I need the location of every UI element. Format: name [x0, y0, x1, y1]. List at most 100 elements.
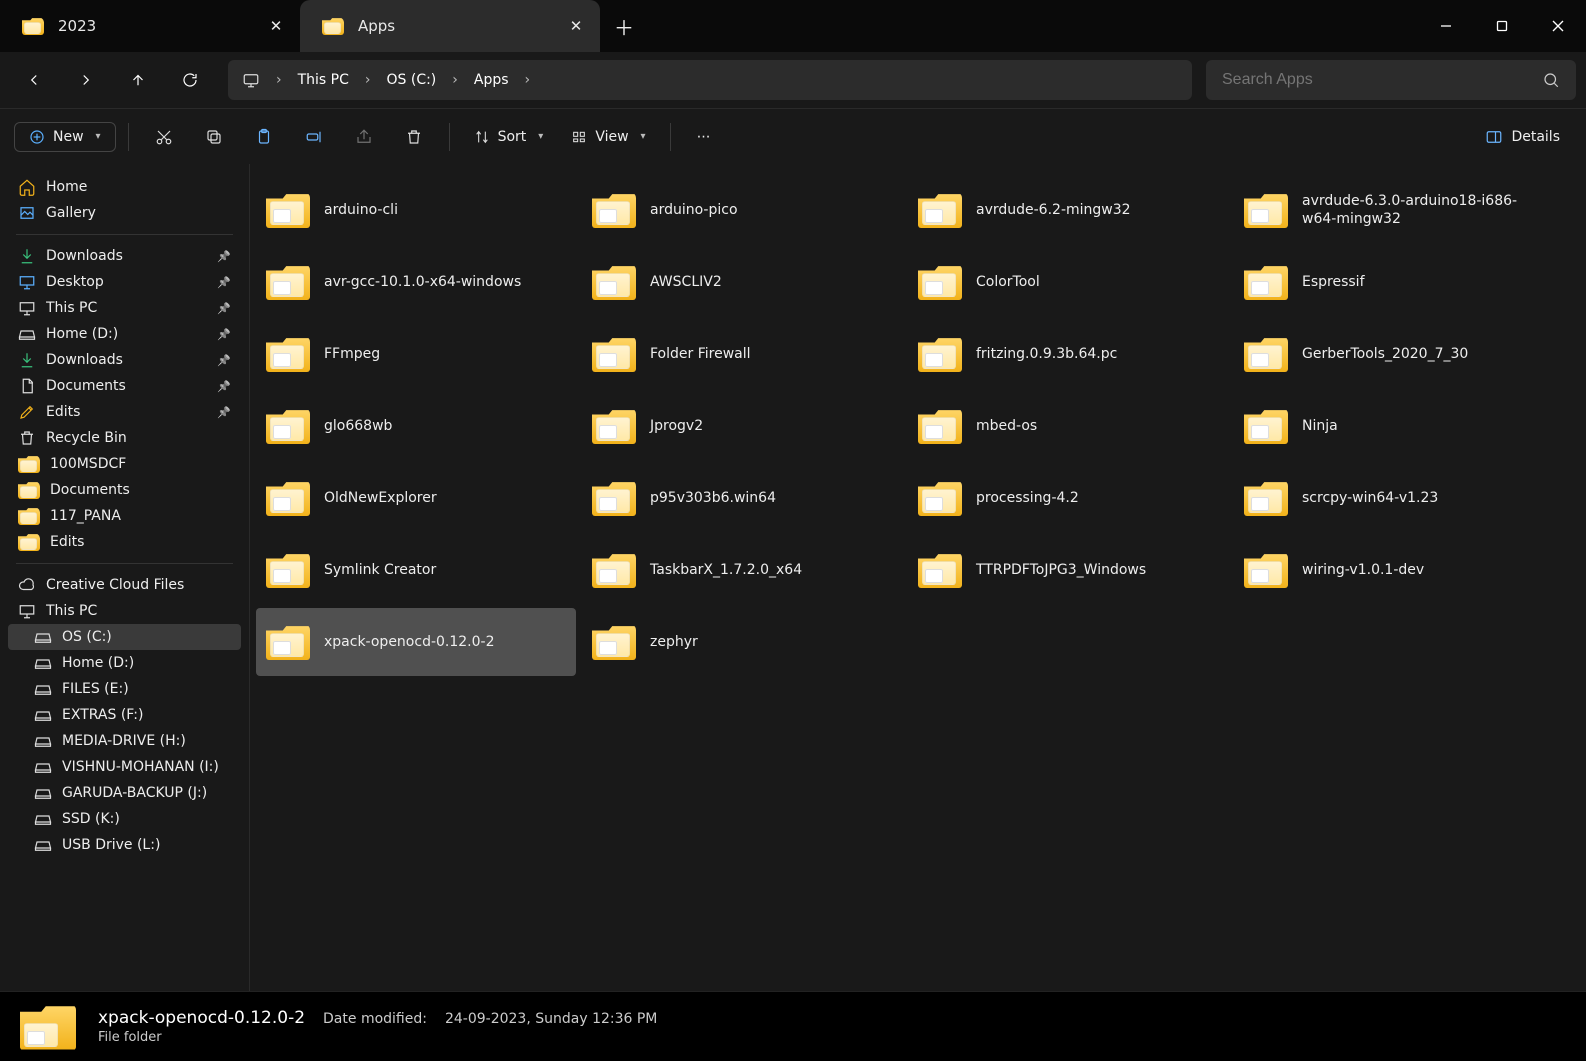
folder-item[interactable]: zephyr: [582, 608, 902, 676]
folder-item[interactable]: TaskbarX_1.7.2.0_x64: [582, 536, 902, 604]
folder-item[interactable]: avrdude-6.3.0-arduino18-i686-w64-mingw32: [1234, 176, 1554, 244]
paste-button[interactable]: [241, 122, 287, 152]
folder-icon: [1244, 480, 1288, 516]
item-label: fritzing.0.9.3b.64.pc: [976, 345, 1218, 363]
view-button[interactable]: View ▾: [559, 123, 657, 151]
sidebar-item-downloads[interactable]: Downloads📌: [8, 243, 241, 269]
sidebar-item-home-d-[interactable]: Home (D:): [8, 650, 241, 676]
folder-item[interactable]: wiring-v1.0.1-dev: [1234, 536, 1554, 604]
details-pane-button[interactable]: Details: [1473, 122, 1572, 152]
item-label: processing-4.2: [976, 489, 1218, 507]
tab-2023[interactable]: 2023 ✕: [0, 0, 300, 52]
folder-item[interactable]: arduino-pico: [582, 176, 902, 244]
tab-apps[interactable]: Apps ✕: [300, 0, 600, 52]
sidebar-item-usb-drive-l-[interactable]: USB Drive (L:): [8, 832, 241, 858]
folder-item[interactable]: GerberTools_2020_7_30: [1234, 320, 1554, 388]
delete-button[interactable]: [391, 122, 437, 152]
folder-item[interactable]: fritzing.0.9.3b.64.pc: [908, 320, 1228, 388]
sidebar-item-downloads[interactable]: Downloads📌: [8, 347, 241, 373]
minimize-button[interactable]: [1418, 0, 1474, 52]
folder-item[interactable]: Jprogv2: [582, 392, 902, 460]
folder-item[interactable]: avrdude-6.2-mingw32: [908, 176, 1228, 244]
folder-item[interactable]: glo668wb: [256, 392, 576, 460]
sidebar-item-desktop[interactable]: Desktop📌: [8, 269, 241, 295]
chevron-right-icon[interactable]: ›: [446, 66, 464, 94]
sidebar-item-home[interactable]: Home: [8, 174, 241, 200]
sidebar-item-garuda-backup-j-[interactable]: GARUDA-BACKUP (J:): [8, 780, 241, 806]
sidebar-item-extras-f-[interactable]: EXTRAS (F:): [8, 702, 241, 728]
back-button[interactable]: [10, 60, 58, 100]
folder-item[interactable]: arduino-cli: [256, 176, 576, 244]
sidebar-item-documents[interactable]: Documents: [8, 477, 241, 503]
refresh-button[interactable]: [166, 60, 214, 100]
chevron-right-icon[interactable]: ›: [270, 66, 288, 94]
sidebar-item-117_pana[interactable]: 117_PANA: [8, 503, 241, 529]
breadcrumb-apps[interactable]: Apps: [464, 66, 519, 94]
folder-item[interactable]: avr-gcc-10.1.0-x64-windows: [256, 248, 576, 316]
sidebar-item-media-drive-h-[interactable]: MEDIA-DRIVE (H:): [8, 728, 241, 754]
folder-item[interactable]: ColorTool: [908, 248, 1228, 316]
chevron-right-icon[interactable]: ›: [359, 66, 377, 94]
item-label: FFmpeg: [324, 345, 566, 363]
folder-item[interactable]: Ninja: [1234, 392, 1554, 460]
new-button[interactable]: New ▾: [14, 122, 116, 152]
folder-item[interactable]: Symlink Creator: [256, 536, 576, 604]
folder-item[interactable]: OldNewExplorer: [256, 464, 576, 532]
sidebar-item-this-pc[interactable]: This PC📌: [8, 295, 241, 321]
folder-item[interactable]: p95v303b6.win64: [582, 464, 902, 532]
folder-item[interactable]: xpack-openocd-0.12.0-2: [256, 608, 576, 676]
close-icon[interactable]: ✕: [562, 12, 590, 40]
view-label: View: [595, 129, 628, 145]
folder-item[interactable]: processing-4.2: [908, 464, 1228, 532]
sidebar-item-files-e-[interactable]: FILES (E:): [8, 676, 241, 702]
status-modified-label: Date modified:: [323, 1011, 427, 1027]
folder-item[interactable]: FFmpeg: [256, 320, 576, 388]
item-label: arduino-pico: [650, 201, 892, 219]
maximize-button[interactable]: [1474, 0, 1530, 52]
folder-item[interactable]: Espressif: [1234, 248, 1554, 316]
sidebar-item-edits[interactable]: Edits📌: [8, 399, 241, 425]
folder-item[interactable]: Folder Firewall: [582, 320, 902, 388]
address-bar[interactable]: › This PC › OS (C:) › Apps ›: [228, 60, 1192, 100]
new-tab-button[interactable]: ＋: [600, 0, 648, 52]
cut-button[interactable]: [141, 122, 187, 152]
chevron-right-icon[interactable]: ›: [519, 66, 537, 94]
sidebar-item-100msdcf[interactable]: 100MSDCF: [8, 451, 241, 477]
share-button[interactable]: [341, 122, 387, 152]
sidebar-item-label: Edits: [50, 534, 231, 550]
folder-item[interactable]: AWSCLIV2: [582, 248, 902, 316]
sidebar-item-home-d-[interactable]: Home (D:)📌: [8, 321, 241, 347]
sort-button[interactable]: Sort ▾: [462, 123, 556, 151]
folder-icon: [592, 336, 636, 372]
more-button[interactable]: ⋯: [683, 123, 725, 151]
folder-icon: [918, 264, 962, 300]
sidebar-item-label: Edits: [46, 404, 207, 420]
folder-item[interactable]: TTRPDFToJPG3_Windows: [908, 536, 1228, 604]
breadcrumb-root[interactable]: [232, 65, 270, 95]
search-input[interactable]: [1222, 71, 1542, 89]
sidebar-item-label: Documents: [50, 482, 231, 498]
search-box[interactable]: [1206, 60, 1576, 100]
close-icon[interactable]: ✕: [262, 12, 290, 40]
sidebar-item-ssd-k-[interactable]: SSD (K:): [8, 806, 241, 832]
breadcrumb-this-pc[interactable]: This PC: [288, 66, 359, 94]
sidebar-item-edits[interactable]: Edits: [8, 529, 241, 555]
sidebar-item-this-pc[interactable]: This PC: [8, 598, 241, 624]
rename-button[interactable]: [291, 122, 337, 152]
folder-item[interactable]: mbed-os: [908, 392, 1228, 460]
folder-icon: [266, 264, 310, 300]
forward-button[interactable]: [62, 60, 110, 100]
sidebar-item-documents[interactable]: Documents📌: [8, 373, 241, 399]
pin-icon: 📌: [217, 354, 231, 367]
up-button[interactable]: [114, 60, 162, 100]
breadcrumb-os-c[interactable]: OS (C:): [377, 66, 447, 94]
sidebar-item-creative-cloud-files[interactable]: Creative Cloud Files: [8, 572, 241, 598]
folder-item[interactable]: scrcpy-win64-v1.23: [1234, 464, 1554, 532]
item-label: mbed-os: [976, 417, 1218, 435]
close-window-button[interactable]: [1530, 0, 1586, 52]
sidebar-item-os-c-[interactable]: OS (C:): [8, 624, 241, 650]
sidebar-item-vishnu-mohanan-i-[interactable]: VISHNU-MOHANAN (I:): [8, 754, 241, 780]
sidebar-item-recycle-bin[interactable]: Recycle Bin: [8, 425, 241, 451]
copy-button[interactable]: [191, 122, 237, 152]
sidebar-item-gallery[interactable]: Gallery: [8, 200, 241, 226]
